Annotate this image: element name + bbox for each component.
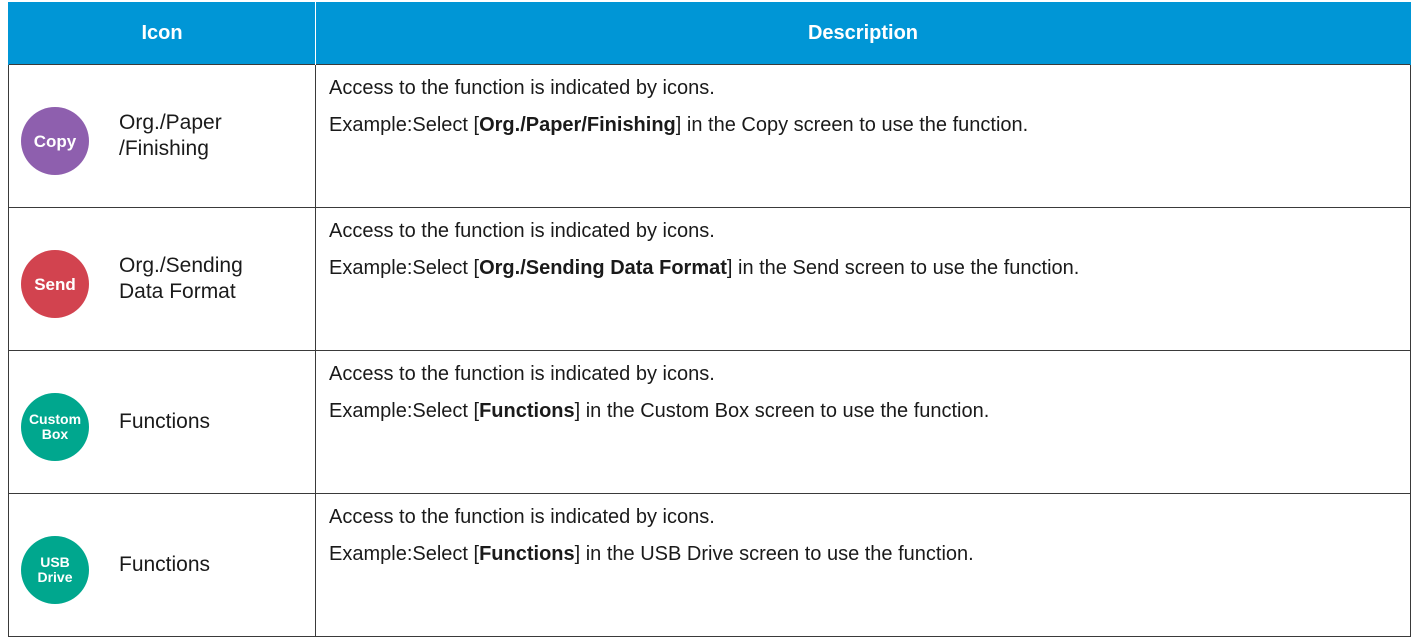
- function-key-name: Org./Paper/Finishing: [479, 114, 676, 136]
- select-prefix: Select [: [412, 257, 480, 279]
- icon-label: Box: [41, 426, 69, 442]
- example-label: Example:: [329, 257, 413, 279]
- function-name-line: Org./Paper: [119, 111, 222, 134]
- description-cell: Access to the function is indicated by i…: [315, 493, 1411, 637]
- select-prefix: Select [: [412, 400, 480, 422]
- icon-label: Drive: [37, 569, 73, 585]
- select-suffix: ] in the USB Drive screen to use the fun…: [574, 543, 974, 565]
- access-description: Access to the function is indicated by i…: [329, 220, 715, 242]
- function-icon-table: Icon Description Copy Org./Paper /Finish…: [8, 2, 1411, 637]
- access-description: Access to the function is indicated by i…: [329, 506, 715, 528]
- function-key-name: Functions: [479, 400, 575, 422]
- icon-cell: Copy Org./Paper /Finishing: [8, 64, 316, 208]
- custom-box-icon: Custom Box: [21, 393, 89, 461]
- function-key-name: Org./Sending Data Format: [479, 257, 727, 279]
- function-name: Org./Paper /Finishing: [119, 65, 222, 207]
- table-row: Send Org./Sending Data Format Access to …: [8, 207, 1411, 351]
- example-line: Example:Select [Org./Sending Data Format…: [329, 257, 1410, 280]
- icon-label: Send: [34, 274, 76, 294]
- select-suffix: ] in the Copy screen to use the function…: [675, 114, 1029, 136]
- example-label: Example:: [329, 400, 413, 422]
- table-row: Copy Org./Paper /Finishing Access to the…: [8, 64, 1411, 208]
- icon-label: Copy: [33, 131, 77, 151]
- icon-label: USB: [40, 554, 70, 570]
- column-header-icon: Icon: [8, 2, 316, 65]
- icon-cell: Custom Box Functions: [8, 350, 316, 494]
- function-name-line: /Finishing: [119, 137, 209, 160]
- function-name-line: Functions: [119, 410, 211, 433]
- icon-cell: Send Org./Sending Data Format: [8, 207, 316, 351]
- access-description: Access to the function is indicated by i…: [329, 77, 715, 99]
- function-name: Functions: [119, 494, 210, 636]
- select-prefix: Select [: [412, 543, 480, 565]
- icon-label: Custom: [28, 411, 82, 427]
- select-suffix: ] in the Custom Box screen to use the fu…: [574, 400, 990, 422]
- function-name-line: Data Format: [119, 280, 236, 303]
- column-header-description: Description: [315, 2, 1411, 65]
- function-key-name: Functions: [479, 543, 575, 565]
- select-suffix: ] in the Send screen to use the function…: [726, 257, 1080, 279]
- access-description: Access to the function is indicated by i…: [329, 363, 715, 385]
- function-name-line: Functions: [119, 553, 211, 576]
- send-icon: Send: [21, 250, 89, 318]
- select-prefix: Select [: [412, 114, 480, 136]
- description-cell: Access to the function is indicated by i…: [315, 64, 1411, 208]
- example-line: Example:Select [Functions] in the USB Dr…: [329, 543, 1410, 566]
- function-name-line: Org./Sending: [119, 254, 243, 277]
- table-header-row: Icon Description: [8, 2, 1411, 65]
- description-cell: Access to the function is indicated by i…: [315, 350, 1411, 494]
- copy-icon: Copy: [21, 107, 89, 175]
- example-line: Example:Select [Org./Paper/Finishing] in…: [329, 114, 1410, 137]
- example-line: Example:Select [Functions] in the Custom…: [329, 400, 1410, 423]
- table-row: Custom Box Functions Access to the funct…: [8, 350, 1411, 494]
- function-name: Functions: [119, 351, 210, 493]
- icon-cell: USB Drive Functions: [8, 493, 316, 637]
- usb-drive-icon: USB Drive: [21, 536, 89, 604]
- table-row: USB Drive Functions Access to the functi…: [8, 493, 1411, 637]
- description-cell: Access to the function is indicated by i…: [315, 207, 1411, 351]
- example-label: Example:: [329, 114, 413, 136]
- example-label: Example:: [329, 543, 413, 565]
- function-name: Org./Sending Data Format: [119, 208, 243, 350]
